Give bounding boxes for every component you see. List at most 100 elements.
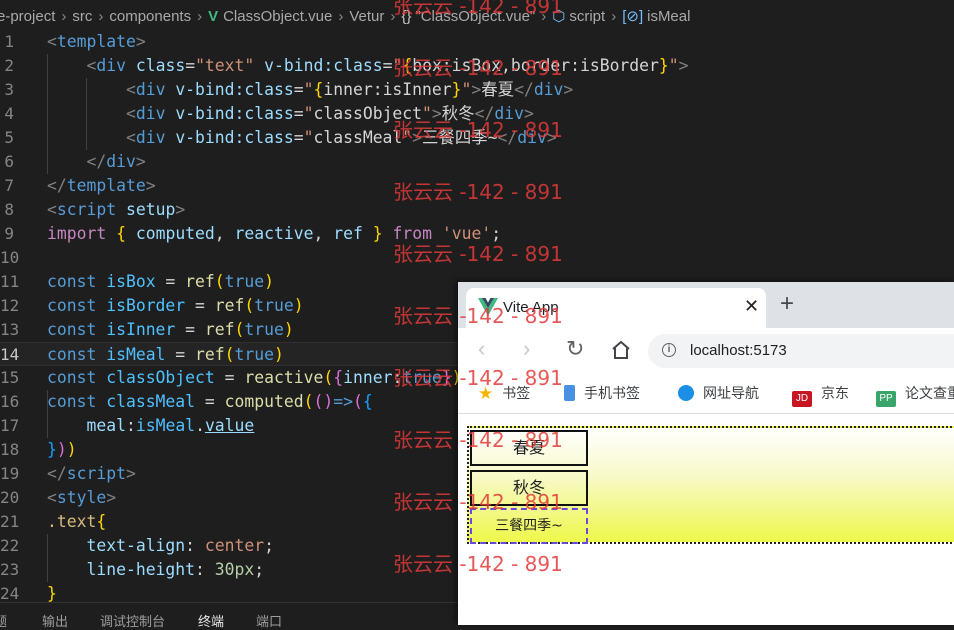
code-text: })) bbox=[47, 440, 77, 459]
code-line[interactable]: 7 </template> bbox=[0, 174, 954, 198]
chevron-right-icon: › bbox=[390, 8, 396, 25]
line-number: 3 bbox=[4, 80, 14, 99]
bookmark-item[interactable]: 网址导航 bbox=[678, 383, 759, 403]
line-number: 4 bbox=[4, 104, 14, 123]
line-number: 13 bbox=[0, 320, 20, 339]
tab-problems[interactable]: 题 bbox=[0, 611, 7, 630]
line-number: 10 bbox=[0, 248, 20, 267]
code-text: <script setup> bbox=[47, 200, 186, 219]
tab-output[interactable]: 输出 bbox=[42, 611, 68, 630]
meal-box: 三餐四季~ bbox=[470, 508, 588, 544]
address-bar[interactable]: i localhost:5173 bbox=[648, 334, 954, 368]
code-text: <style> bbox=[47, 488, 117, 507]
chevron-right-icon: › bbox=[98, 8, 104, 25]
code-line[interactable]: 8 <script setup> bbox=[0, 198, 954, 222]
code-text: import { computed, reactive, ref } from … bbox=[47, 224, 502, 243]
code-line[interactable]: 4 <div v-bind:class="classObject">秋冬</di… bbox=[0, 102, 954, 126]
pp-icon: PP bbox=[876, 391, 896, 407]
code-line[interactable]: 6 </div> bbox=[0, 150, 954, 174]
breadcrumb-vetur[interactable]: Vetur bbox=[349, 0, 384, 32]
tab-terminal[interactable]: 终端 bbox=[198, 611, 224, 630]
info-icon[interactable]: i bbox=[662, 343, 676, 357]
line-number: 2 bbox=[4, 56, 14, 75]
vue-file-icon: V bbox=[208, 8, 219, 25]
variable-icon: [⊘] bbox=[622, 8, 644, 25]
code-line[interactable]: 1 <template> bbox=[0, 30, 954, 54]
code-text: const isBox = ref(true) bbox=[47, 272, 275, 291]
browser-tab-strip: Vite App ✕ + bbox=[458, 282, 954, 328]
code-text: line-height: 30px; bbox=[86, 560, 265, 579]
code-text: <div v-bind:class="classObject">秋冬</div> bbox=[125, 104, 534, 123]
line-number: 18 bbox=[0, 440, 20, 459]
panel-tabs: 题 输出 调试控制台 终端 端口 bbox=[0, 602, 460, 629]
bookmarks-bar: ★书签 手机书签 网址导航 JD京东 PP论文查重 bbox=[458, 372, 954, 414]
star-icon: ★ bbox=[478, 384, 494, 403]
chevron-right-icon: › bbox=[541, 8, 547, 25]
code-text: </script> bbox=[47, 464, 136, 483]
jd-icon: JD bbox=[792, 391, 812, 407]
code-text: const isInner = ref(true) bbox=[47, 320, 294, 339]
breadcrumb: e-project › src › components › V ClassObject.vu… bbox=[0, 0, 954, 32]
tab-ports[interactable]: 端口 bbox=[256, 611, 282, 630]
code-line[interactable]: 5 <div v-bind:class="classMeal">三餐四季~</d… bbox=[0, 126, 954, 150]
back-icon[interactable]: ‹ bbox=[478, 336, 485, 362]
line-number: 5 bbox=[4, 128, 14, 147]
braces-icon: {} bbox=[401, 8, 412, 25]
chevron-right-icon: › bbox=[338, 8, 344, 25]
text-box-container: 春夏 秋冬 三餐四季~ bbox=[467, 426, 954, 544]
bookmark-item[interactable]: 手机书签 bbox=[564, 383, 640, 403]
code-line[interactable]: 3 <div v-bind:class="{inner:isInner}">春夏… bbox=[0, 78, 954, 102]
line-number: 6 bbox=[4, 152, 14, 171]
line-number: 11 bbox=[0, 272, 20, 291]
code-text: const isBorder = ref(true) bbox=[47, 296, 304, 315]
breadcrumb-symbol[interactable]: isMeal bbox=[647, 0, 690, 32]
breadcrumb-src[interactable]: src bbox=[72, 0, 92, 32]
code-text: </div> bbox=[86, 152, 146, 171]
breadcrumb-component[interactable]: "ClassObject.vue" bbox=[415, 0, 535, 32]
line-number: 21 bbox=[0, 512, 20, 531]
tab-title: Vite App bbox=[503, 299, 559, 316]
edge-icon bbox=[678, 385, 694, 401]
code-line[interactable]: 2 <div class="text" v-bind:class="{box:i… bbox=[0, 54, 954, 78]
code-text: const isMeal = ref(true) bbox=[47, 345, 284, 364]
chevron-right-icon: › bbox=[61, 8, 67, 25]
code-text: meal:isMeal.value bbox=[86, 416, 255, 435]
breadcrumb-components[interactable]: components bbox=[109, 0, 191, 32]
code-text: <div v-bind:class="{inner:isInner}">春夏</… bbox=[125, 80, 574, 99]
line-number: 14 bbox=[0, 345, 20, 364]
bookmark-item[interactable]: JD 京东 bbox=[792, 383, 849, 407]
bookmark-item[interactable]: PP论文查重 bbox=[876, 383, 954, 407]
code-text: <div v-bind:class="classMeal">三餐四季~</div… bbox=[125, 128, 557, 147]
code-line[interactable]: 9 import { computed, reactive, ref } from… bbox=[0, 222, 954, 246]
browser-toolbar: ‹ › ↻ i localhost:5173 bbox=[458, 328, 954, 372]
line-number: 16 bbox=[0, 392, 20, 411]
line-number: 1 bbox=[4, 32, 14, 51]
line-number: 7 bbox=[4, 176, 14, 195]
browser-window: Vite App ✕ + ‹ › ↻ i localhost:5173 ★ 书签 … bbox=[458, 282, 954, 625]
breadcrumb-file[interactable]: ClassObject.vue bbox=[223, 0, 332, 32]
code-line[interactable]: 10 bbox=[0, 246, 954, 270]
code-text: const classObject = reactive({inner:true… bbox=[47, 368, 462, 387]
line-number: 23 bbox=[0, 560, 20, 579]
code-text: const classMeal = computed(()=>({ bbox=[47, 392, 373, 411]
code-text: <template> bbox=[47, 32, 146, 51]
url-text[interactable]: localhost:5173 bbox=[690, 342, 787, 359]
line-number: 20 bbox=[0, 488, 20, 507]
forward-icon[interactable]: › bbox=[523, 336, 530, 362]
browser-tab[interactable]: Vite App ✕ bbox=[466, 288, 766, 328]
close-tab-icon[interactable]: ✕ bbox=[744, 296, 759, 317]
bookmark-item[interactable]: ★ 书签 bbox=[478, 383, 530, 404]
line-number: 19 bbox=[0, 464, 20, 483]
code-text: text-align: center; bbox=[86, 536, 275, 555]
home-icon[interactable] bbox=[611, 340, 631, 360]
line-number: 22 bbox=[0, 536, 20, 555]
tab-debug-console[interactable]: 调试控制台 bbox=[100, 611, 165, 630]
breadcrumb-script[interactable]: script bbox=[569, 0, 605, 32]
code-text: <div class="text" v-bind:class="{box:isB… bbox=[86, 56, 689, 75]
chevron-right-icon: › bbox=[197, 8, 203, 25]
breadcrumb-project[interactable]: e-project bbox=[0, 0, 55, 32]
new-tab-icon[interactable]: + bbox=[780, 290, 794, 318]
line-number: 8 bbox=[4, 200, 14, 219]
reload-icon[interactable]: ↻ bbox=[566, 336, 584, 362]
line-number: 17 bbox=[0, 416, 20, 435]
